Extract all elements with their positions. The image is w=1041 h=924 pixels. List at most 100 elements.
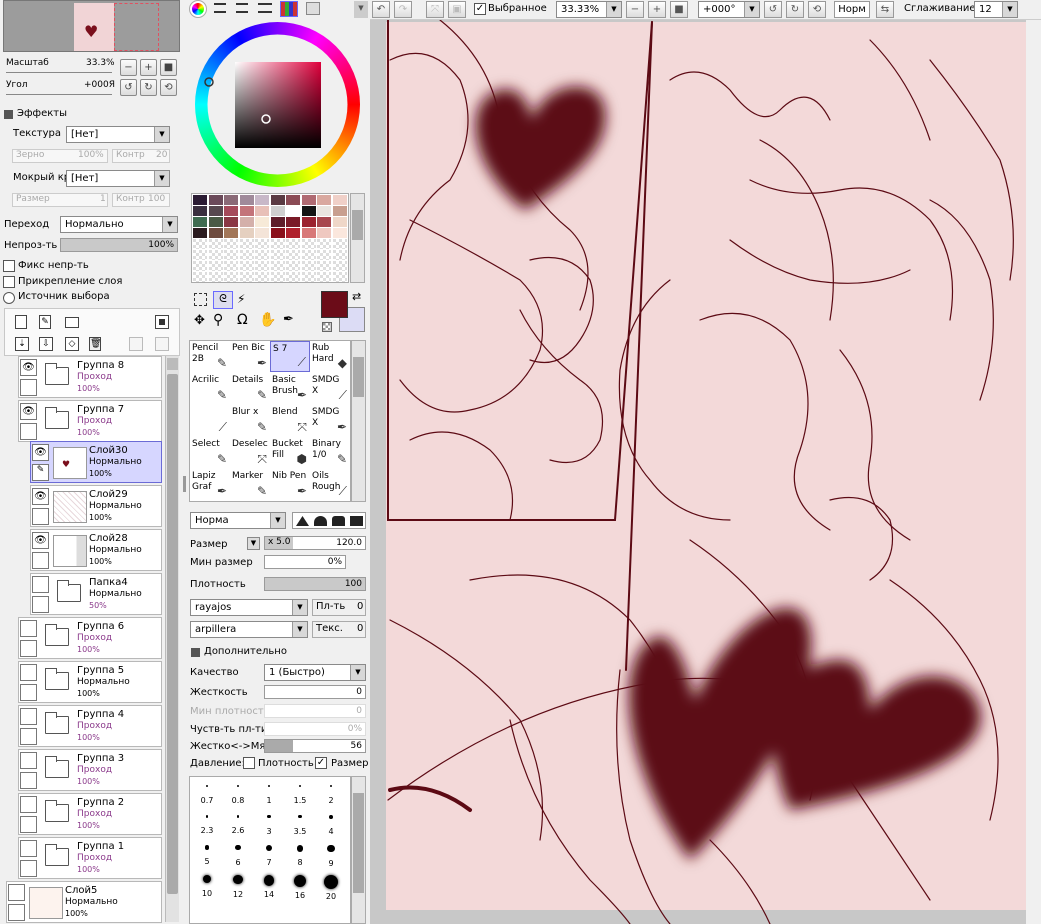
color-swatch[interactable] — [270, 206, 285, 216]
tool-slot[interactable]: Lapiz Graf ✒ — [190, 469, 230, 500]
rotate-reset-button[interactable]: ⟲ — [160, 79, 177, 96]
tool-slot[interactable]: Nib Pen ✒ — [270, 469, 310, 500]
view-mode-button[interactable]: Норм — [834, 1, 870, 18]
color-swatch[interactable] — [193, 217, 207, 227]
color-wheel-tab-icon[interactable] — [189, 0, 207, 18]
trash-icon[interactable]: 🗑 — [89, 337, 101, 351]
layer-row[interactable]: Группа 6 Проход 100% — [18, 617, 162, 659]
flip-horizontal-icon[interactable]: ⇆ — [876, 1, 894, 18]
color-swatch[interactable] — [208, 261, 223, 271]
rotate-tool-icon[interactable]: Ω — [237, 312, 248, 328]
color-swatch[interactable] — [193, 239, 207, 249]
color-swatch[interactable] — [301, 250, 316, 260]
layer-lock-box[interactable] — [20, 640, 37, 657]
color-swatch[interactable] — [286, 239, 300, 249]
brush-size-preset[interactable]: 1.5 — [285, 781, 315, 813]
toolbar-zoom-in-icon[interactable]: + — [648, 1, 666, 18]
swatch-scrollbar[interactable] — [350, 193, 365, 283]
brush-size-preset[interactable]: 2 — [316, 781, 346, 813]
rect-select-icon[interactable] — [194, 293, 207, 306]
size-dropdown-icon[interactable]: ▼ — [247, 537, 260, 550]
color-swatch[interactable] — [317, 272, 331, 282]
fix-opacity-checkbox[interactable] — [3, 260, 15, 272]
toolbar-zoom-out-icon[interactable]: − — [626, 1, 644, 18]
layer-row[interactable]: Группа 3 Проход 100% — [18, 749, 162, 791]
brush-shape-buttons[interactable] — [292, 512, 366, 529]
color-wheel[interactable] — [195, 22, 360, 187]
color-swatch[interactable] — [286, 228, 300, 238]
undo-icon[interactable]: ↶ — [372, 1, 390, 18]
color-swatch[interactable] — [239, 217, 254, 227]
color-swatch[interactable] — [301, 239, 316, 249]
scratchpad-tab-icon[interactable] — [258, 3, 272, 13]
toolbar-rotate-reset-icon[interactable]: ⟲ — [808, 1, 826, 18]
color-swatch[interactable] — [193, 272, 207, 282]
tool-slot[interactable]: ⟋ — [190, 405, 230, 436]
visibility-eye-icon[interactable] — [20, 708, 37, 725]
toolbar-zoom-reset-icon[interactable]: ■ — [670, 1, 688, 18]
new-linework-layer-icon[interactable]: ✎ — [39, 315, 51, 329]
angle-slider[interactable] — [6, 91, 112, 95]
tool-slot[interactable]: SMDG X ✒ — [310, 405, 350, 436]
brush-size-preset[interactable]: 16 — [285, 871, 315, 903]
visibility-eye-icon[interactable] — [20, 796, 37, 813]
soft-edge-icon[interactable] — [296, 516, 309, 526]
layer-row[interactable]: Группа 4 Проход 100% — [18, 705, 162, 747]
color-swatch[interactable] — [255, 195, 269, 205]
redo-icon[interactable]: ↷ — [394, 1, 412, 18]
color-swatch[interactable] — [286, 217, 300, 227]
transparent-color-icon[interactable] — [322, 322, 332, 332]
layer-lock-box[interactable] — [32, 552, 49, 569]
color-swatch[interactable] — [224, 206, 238, 216]
layer-lock-box[interactable] — [20, 728, 37, 745]
tool-slot[interactable]: Deselec ⤧ — [230, 437, 270, 468]
color-swatch[interactable] — [239, 239, 254, 249]
layer-properties-icon[interactable] — [129, 337, 143, 351]
visibility-eye-icon[interactable]: 👁 — [20, 359, 37, 376]
visibility-eye-icon[interactable]: 👁 — [32, 444, 49, 461]
color-swatch[interactable] — [301, 195, 316, 205]
color-swatch[interactable] — [332, 239, 347, 249]
pressure-size-checkbox[interactable]: ✓ — [315, 757, 327, 769]
layer-lock-box[interactable]: ✎ — [32, 464, 49, 481]
color-swatch[interactable] — [270, 250, 285, 260]
color-swatch[interactable] — [301, 217, 316, 227]
visibility-eye-icon[interactable] — [20, 664, 37, 681]
color-swatch[interactable] — [193, 261, 207, 271]
color-swatch[interactable] — [332, 217, 347, 227]
layer-row[interactable]: 👁 Слой29 Нормально 100% — [30, 485, 162, 527]
selection-visible-checkbox[interactable]: ✓ — [474, 3, 486, 15]
color-swatch[interactable] — [270, 195, 285, 205]
color-swatch[interactable] — [255, 228, 269, 238]
color-swatch[interactable] — [317, 228, 331, 238]
visibility-eye-icon[interactable] — [8, 884, 25, 901]
scroll-up-arrow[interactable] — [167, 358, 178, 370]
hard-edge-icon[interactable] — [332, 516, 345, 526]
brush-size-preset[interactable]: 0.8 — [223, 781, 253, 813]
tool-slot[interactable]: Details ✎ — [230, 373, 270, 404]
color-swatch[interactable] — [317, 239, 331, 249]
color-swatch[interactable] — [224, 228, 238, 238]
color-swatch[interactable] — [255, 272, 269, 282]
color-swatch[interactable] — [208, 239, 223, 249]
color-swatch[interactable] — [301, 206, 316, 216]
visibility-eye-icon[interactable]: 👁 — [20, 403, 37, 420]
density-slider[interactable]: 100 — [264, 577, 366, 591]
tool-slot[interactable]: Acrilic ✎ — [190, 373, 230, 404]
color-swatch[interactable] — [317, 217, 331, 227]
min-size-slider[interactable]: 0% — [264, 555, 346, 569]
color-swatch[interactable] — [332, 206, 347, 216]
color-swatch[interactable] — [208, 195, 223, 205]
tool-scrollbar[interactable] — [351, 340, 366, 502]
color-swatch[interactable] — [208, 272, 223, 282]
brush-size-preset[interactable]: 2.3 — [192, 811, 222, 843]
panel-splitter[interactable] — [183, 476, 186, 492]
layer-lock-box[interactable] — [20, 860, 37, 877]
color-swatch[interactable] — [286, 206, 300, 216]
color-swatch[interactable] — [270, 261, 285, 271]
brush-size-preset[interactable]: 7 — [254, 841, 284, 873]
color-swatch[interactable] — [224, 250, 238, 260]
collapse-toolbar-icon[interactable]: ▼ — [354, 1, 368, 18]
layer-lock-box[interactable] — [20, 379, 37, 396]
swatch-grid[interactable] — [191, 193, 349, 283]
